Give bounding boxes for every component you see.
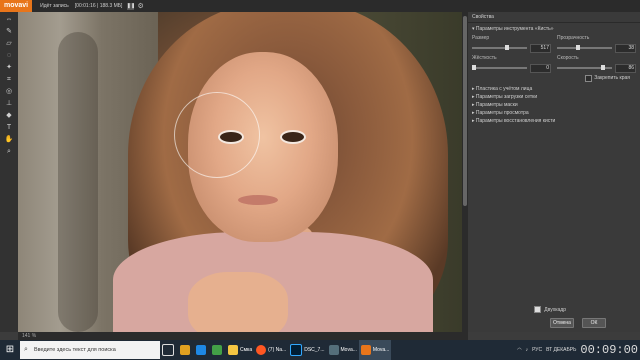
gear-icon[interactable]: ⚙ — [137, 2, 143, 10]
brush-cursor — [174, 92, 260, 178]
clock: 00:09:00 — [580, 343, 638, 357]
hardness-slider[interactable] — [472, 65, 527, 70]
hand-region — [188, 272, 288, 332]
taskbar-search-input[interactable]: ⌕ Введите здесь текст для поиска — [20, 341, 160, 359]
text-icon[interactable]: T — [4, 123, 14, 132]
zoom-level: 141 % — [22, 333, 37, 339]
opacity-value[interactable]: 38 — [615, 43, 636, 53]
hand-icon[interactable]: ✋ — [4, 135, 14, 144]
speed-value[interactable]: 86 — [615, 63, 636, 73]
wand-icon[interactable]: ✦ — [4, 63, 14, 72]
taskbar-app-4[interactable]: (7) Na... — [254, 340, 288, 360]
recording-status: Идёт запись — [40, 3, 69, 9]
recording-time: [00:01:16 | 188.3 МБ] — [74, 3, 123, 9]
size-value[interactable]: 517 — [530, 43, 551, 53]
hardness-label: Жёсткость — [472, 55, 497, 61]
search-icon: ⌕ — [24, 346, 28, 353]
section-mask[interactable]: ▸ Параметры маски — [468, 101, 640, 109]
taskbar-app-6[interactable]: Movа... — [327, 340, 359, 360]
fix-edges-label: Закрепить края — [594, 75, 630, 81]
cancel-button[interactable]: Отмена — [550, 318, 574, 328]
wifi-icon[interactable]: ◠ — [517, 347, 521, 353]
crop-icon[interactable]: ⌗ — [4, 75, 14, 84]
taskbar-app-3[interactable]: Смка — [226, 340, 254, 360]
section-face-liquify[interactable]: ▸ Пластика с учётом лица — [468, 85, 640, 93]
fix-edges-checkbox[interactable] — [585, 74, 593, 82]
section-mesh-load[interactable]: ▸ Параметры загрузки сетки — [468, 93, 640, 101]
clone-icon[interactable]: ◎ — [4, 87, 14, 96]
task-view-icon[interactable] — [160, 340, 178, 360]
size-label: Размер — [472, 35, 490, 41]
brush-settings: ▾ Параметры инструмента «Кисть» Размер 5… — [468, 23, 640, 85]
eraser-icon[interactable]: ▱ — [4, 39, 14, 48]
mirror-label: Двухкадр — [544, 307, 566, 313]
app-logo: movavi — [0, 0, 33, 12]
section-view[interactable]: ▸ Параметры просмотра — [468, 109, 640, 117]
system-tray: ◠ ♪ РУС ВТ ДЕКАБРЬ 00:09:00 — [515, 343, 640, 357]
windows-start-icon[interactable]: ⊞ — [0, 340, 20, 360]
brush-section-title[interactable]: ▾ Параметры инструмента «Кисть» — [472, 25, 636, 33]
zoom-icon[interactable]: ⌕ — [4, 147, 14, 156]
bucket-icon[interactable]: ◆ — [4, 111, 14, 120]
ok-button[interactable]: ОК — [582, 318, 606, 328]
opacity-label: Прозрачность — [557, 35, 590, 41]
section-brush-restore[interactable]: ▸ Параметры восстановления кисти — [468, 117, 640, 125]
taskbar-app-1[interactable] — [194, 340, 210, 360]
hardness-value[interactable]: 0 — [530, 63, 551, 73]
tool-palette: ⇔ ✎ ▱ ◌ ✦ ⌗ ◎ ⊥ ◆ T ✋ ⌕ — [0, 12, 19, 332]
brush-icon[interactable]: ✎ — [4, 27, 14, 36]
panel-title: Свойства — [468, 12, 640, 23]
language-indicator[interactable]: РУС — [532, 347, 542, 353]
volume-icon[interactable]: ♪ — [526, 347, 529, 353]
stamp-icon[interactable]: ⊥ — [4, 99, 14, 108]
size-slider[interactable] — [472, 45, 527, 50]
lasso-icon[interactable]: ◌ — [4, 51, 14, 60]
mirror-checkbox[interactable] — [533, 306, 541, 314]
scrollbar-thumb[interactable] — [463, 16, 467, 206]
taskbar-app-0[interactable] — [178, 340, 194, 360]
windows-taskbar: ⊞ ⌕ Введите здесь текст для поиска Смка … — [0, 340, 640, 360]
speed-slider[interactable] — [557, 65, 612, 70]
opacity-slider[interactable] — [557, 45, 612, 50]
date-label: ВТ ДЕКАБРЬ — [546, 347, 577, 353]
taskbar-app-2[interactable] — [210, 340, 226, 360]
mouth — [238, 195, 278, 205]
status-bar: 141 % — [18, 332, 468, 340]
properties-panel: Свойства ▾ Параметры инструмента «Кисть»… — [468, 12, 640, 332]
pause-icon[interactable]: ❚❚ — [127, 2, 135, 10]
recording-bar: movavi Идёт запись [00:01:16 | 188.3 МБ]… — [0, 0, 640, 12]
taskbar-app-5[interactable]: DSC_7... — [288, 340, 326, 360]
right-eye — [280, 130, 306, 144]
photo-canvas[interactable] — [18, 12, 462, 332]
speed-label: Скорость — [557, 55, 579, 61]
move-icon[interactable]: ⇔ — [4, 15, 14, 24]
taskbar-app-7[interactable]: Movа... — [358, 340, 392, 360]
